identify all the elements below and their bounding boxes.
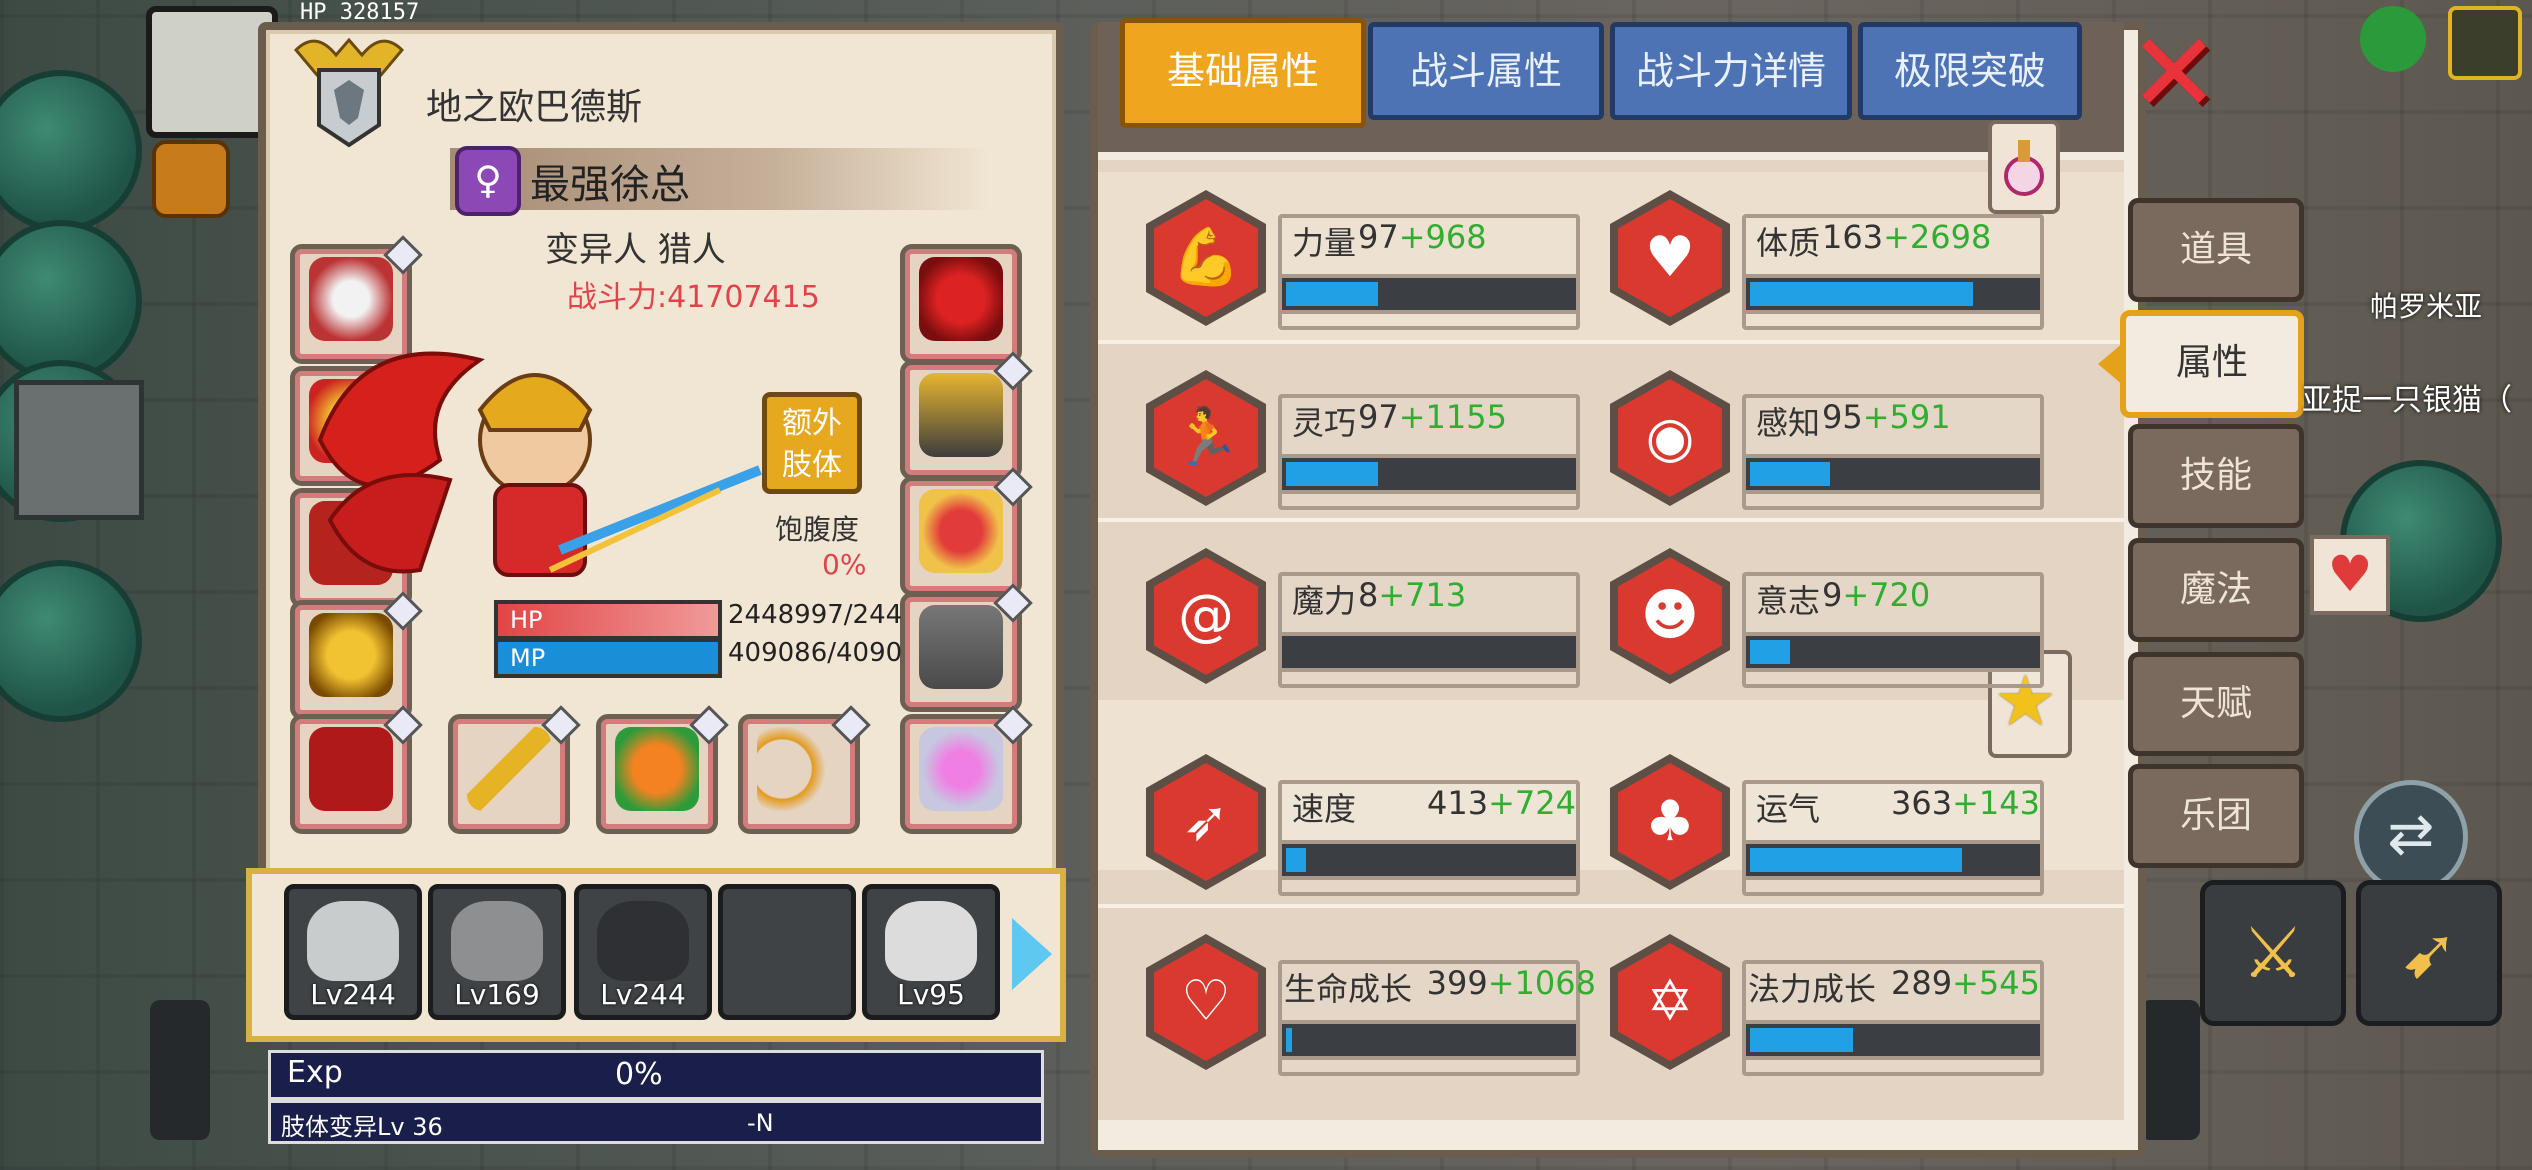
side-menu-band[interactable]: 乐团: [2128, 764, 2304, 868]
member-level: Lv95: [897, 978, 965, 1011]
potion-icon[interactable]: [1988, 120, 2060, 214]
boots-icon: [919, 605, 1003, 689]
stat-fill: [1286, 848, 1306, 872]
divider: [1098, 518, 2124, 522]
exp-bar: Exp 0%: [268, 1050, 1044, 1100]
side-menu-skills[interactable]: 技能: [2128, 424, 2304, 528]
equip-slot-chest[interactable]: [900, 467, 1033, 596]
female-gender-icon: ♀: [455, 146, 521, 216]
hp-bar: HP: [494, 600, 722, 640]
extra-limb-button[interactable]: 额外 肢体: [762, 392, 862, 494]
stat-fill: [1750, 848, 1962, 872]
guild-name: 地之欧巴德斯: [426, 87, 643, 128]
member-level: Lv244: [600, 978, 686, 1011]
divider: [1098, 904, 2124, 908]
member-portrait: [597, 901, 689, 981]
stat-constitution: 体质 163+2698: [1742, 214, 2044, 330]
equip-slot-emblem[interactable]: [900, 244, 1022, 364]
exp-label: Exp: [287, 1055, 343, 1090]
party-member[interactable]: Lv169: [428, 884, 566, 1020]
party-next-arrow-icon[interactable]: [1012, 918, 1052, 990]
equip-slot-accessory[interactable]: [900, 705, 1033, 834]
street-lamp: [150, 1000, 210, 1140]
gem-ring-icon: [919, 727, 1003, 811]
member-portrait: [885, 901, 977, 981]
stat-fill: [1750, 462, 1830, 486]
hunger-label: 饱腹度: [775, 513, 860, 546]
member-portrait: [307, 901, 399, 981]
stat-will: 意志 9+720: [1742, 572, 2044, 688]
armor-icon: [919, 373, 1003, 457]
equip-slot-bow[interactable]: [738, 705, 871, 834]
stat-life-growth: 生命成长 399+1068: [1278, 960, 1596, 1076]
stat-dexterity: 灵巧 97+1155: [1278, 394, 1580, 510]
tab-power-details[interactable]: 战斗力详情: [1610, 22, 1852, 120]
stat-fill: [1286, 282, 1378, 306]
party-member-empty[interactable]: [718, 884, 856, 1020]
stat-speed: 速度 413+724: [1278, 780, 1580, 896]
hp-value: 2448997/244: [728, 600, 903, 630]
stone-pillar: [14, 380, 144, 520]
stat-strength: 力量 97+968: [1278, 214, 1580, 330]
combat-power: 战斗力:41707415: [567, 280, 820, 315]
fire-skill-icon[interactable]: [152, 140, 230, 218]
guild-emblem-icon: [293, 37, 405, 148]
side-menu-attributes[interactable]: 属性: [2120, 310, 2304, 418]
party-member[interactable]: Lv95: [862, 884, 1000, 1020]
tab-limit-break[interactable]: 极限突破: [1858, 22, 2082, 120]
equip-slot-gloves[interactable]: [290, 705, 423, 834]
mutation-bar: 肢体变异Lv 36 -N: [268, 1100, 1044, 1144]
hunger-value: 0%: [822, 548, 867, 581]
mp-bar: MP: [494, 638, 722, 678]
member-portrait: [451, 901, 543, 981]
equip-slot-boots[interactable]: [900, 583, 1033, 712]
mutation-value: -N: [747, 1109, 774, 1137]
quest-text[interactable]: 亚捉一只银猫（: [2302, 375, 2512, 419]
character-sprite: [317, 351, 762, 577]
sword-icon[interactable]: ⚔: [2200, 880, 2346, 1026]
swap-icon[interactable]: ⇄: [2354, 780, 2468, 894]
exit-icon[interactable]: [2448, 6, 2522, 80]
tab-basic-attributes[interactable]: 基础属性: [1120, 18, 1366, 128]
staff-icon: [467, 727, 551, 811]
side-menu-items[interactable]: 道具: [2128, 198, 2304, 302]
member-level: Lv169: [454, 978, 540, 1011]
equip-slot-pet[interactable]: [596, 705, 729, 834]
member-level: Lv244: [310, 978, 396, 1011]
party-member[interactable]: Lv244: [284, 884, 422, 1020]
pumpkin-icon: [615, 727, 699, 811]
close-icon[interactable]: ✕: [2128, 18, 2220, 128]
side-menu-magic[interactable]: 魔法: [2128, 538, 2304, 642]
character-class: 变异人 猎人: [545, 230, 726, 270]
stat-luck: 运气 363+143: [1742, 780, 2044, 896]
stat-fill: [1750, 282, 1973, 306]
stat-mana-growth: 法力成长 289+545: [1742, 960, 2044, 1076]
street-lamp: [2140, 1000, 2200, 1140]
bow-weapon-icon[interactable]: ➹: [2356, 880, 2502, 1026]
mutation-label: 肢体变异Lv 36: [281, 1113, 443, 1141]
stat-fill: [1750, 640, 1790, 664]
side-menu-talent[interactable]: 天赋: [2128, 652, 2304, 756]
mp-value: 409086/4090: [728, 638, 903, 668]
gauntlet-icon: [309, 727, 393, 811]
emblem-icon: [919, 257, 1003, 341]
stat-magic: 魔力 8+713: [1278, 572, 1580, 688]
stat-fill: [1750, 1028, 1853, 1052]
tab-combat-attributes[interactable]: 战斗属性: [1368, 22, 1604, 120]
party-member[interactable]: Lv244: [574, 884, 712, 1020]
bow-icon: [757, 727, 841, 811]
stat-perception: 感知 95+591: [1742, 394, 2044, 510]
equip-slot-armor[interactable]: [900, 351, 1033, 480]
exp-value: 0%: [615, 1057, 663, 1092]
location-name: 帕罗米亚: [2370, 290, 2483, 323]
heart-icon[interactable]: ♥: [2310, 535, 2390, 615]
equip-slot-staff[interactable]: [448, 705, 581, 834]
stat-fill: [1286, 1028, 1292, 1052]
stat-fill: [1286, 462, 1378, 486]
character-name: 最强徐总: [530, 162, 690, 208]
globe-icon[interactable]: [2360, 6, 2426, 72]
chest-armor-icon: [919, 489, 1003, 573]
divider: [1098, 340, 2124, 344]
